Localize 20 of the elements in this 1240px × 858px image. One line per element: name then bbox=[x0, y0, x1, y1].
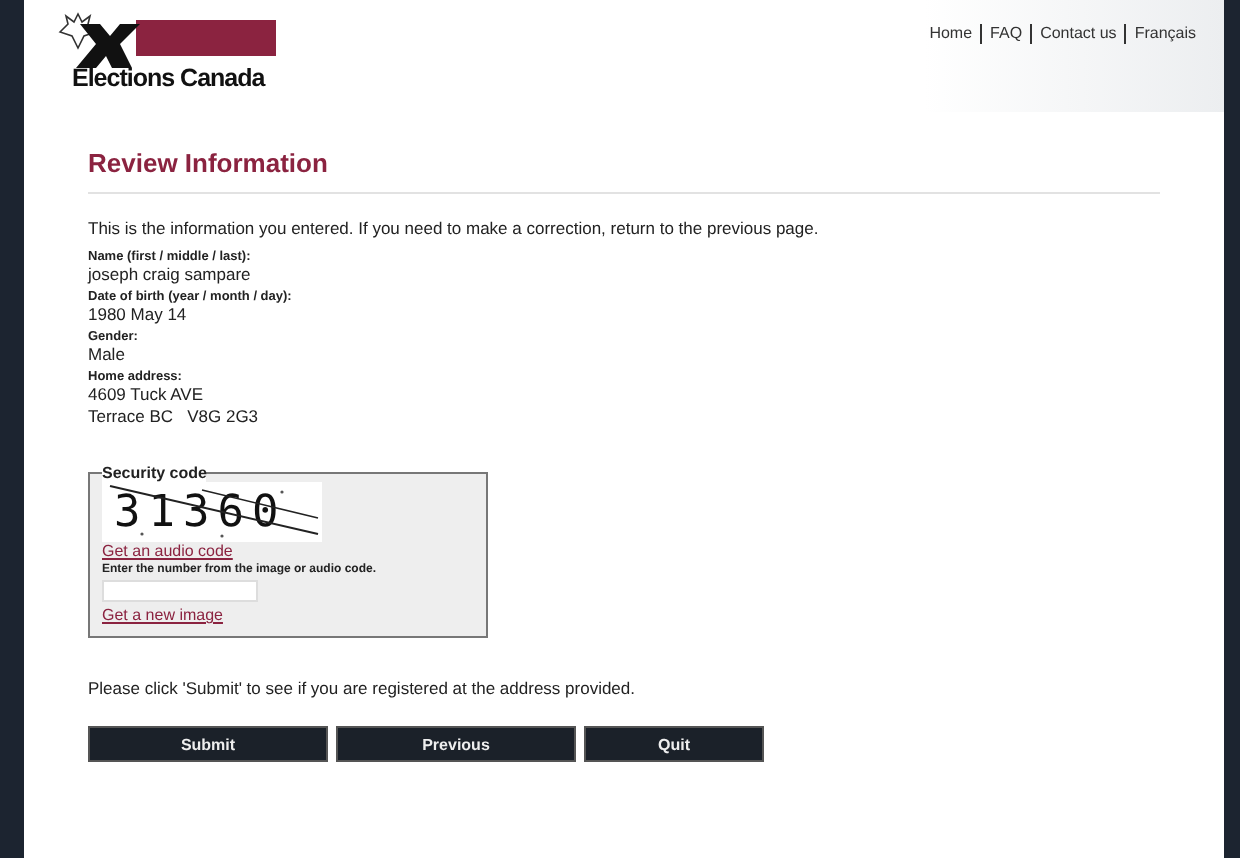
nav-link[interactable]: Français bbox=[1124, 24, 1204, 44]
action-button[interactable]: Previous bbox=[336, 726, 576, 762]
field-value: Male bbox=[88, 344, 127, 366]
nav-link[interactable]: FAQ bbox=[980, 24, 1031, 44]
nav-link[interactable]: Home bbox=[921, 24, 981, 44]
security-code-field[interactable] bbox=[102, 580, 258, 602]
action-button[interactable]: Submit bbox=[88, 726, 328, 762]
action-button[interactable]: Quit bbox=[584, 726, 764, 762]
new-image-link[interactable]: Get a new image bbox=[102, 606, 474, 624]
intro-text: This is the information you entered. If you need to make a correction, return to the previous page. bbox=[88, 218, 821, 238]
page-title: Review Information bbox=[88, 148, 1160, 194]
field-value: 1980 May 14 bbox=[88, 304, 189, 326]
field-value: Terrace BC V8G 2G3 bbox=[88, 406, 261, 428]
logo-text: Elections Canada bbox=[72, 64, 268, 92]
audio-code-link[interactable]: Get an audio code bbox=[102, 542, 474, 560]
nav-link[interactable]: Contact us bbox=[1030, 24, 1125, 44]
field-value: joseph craig sampare bbox=[88, 264, 253, 286]
security-legend: Security code bbox=[102, 464, 207, 482]
field-value: 4609 Tuck AVE bbox=[88, 384, 205, 406]
submit-note: Please click 'Submit' to see if you are registered at the address provided. bbox=[88, 678, 637, 698]
